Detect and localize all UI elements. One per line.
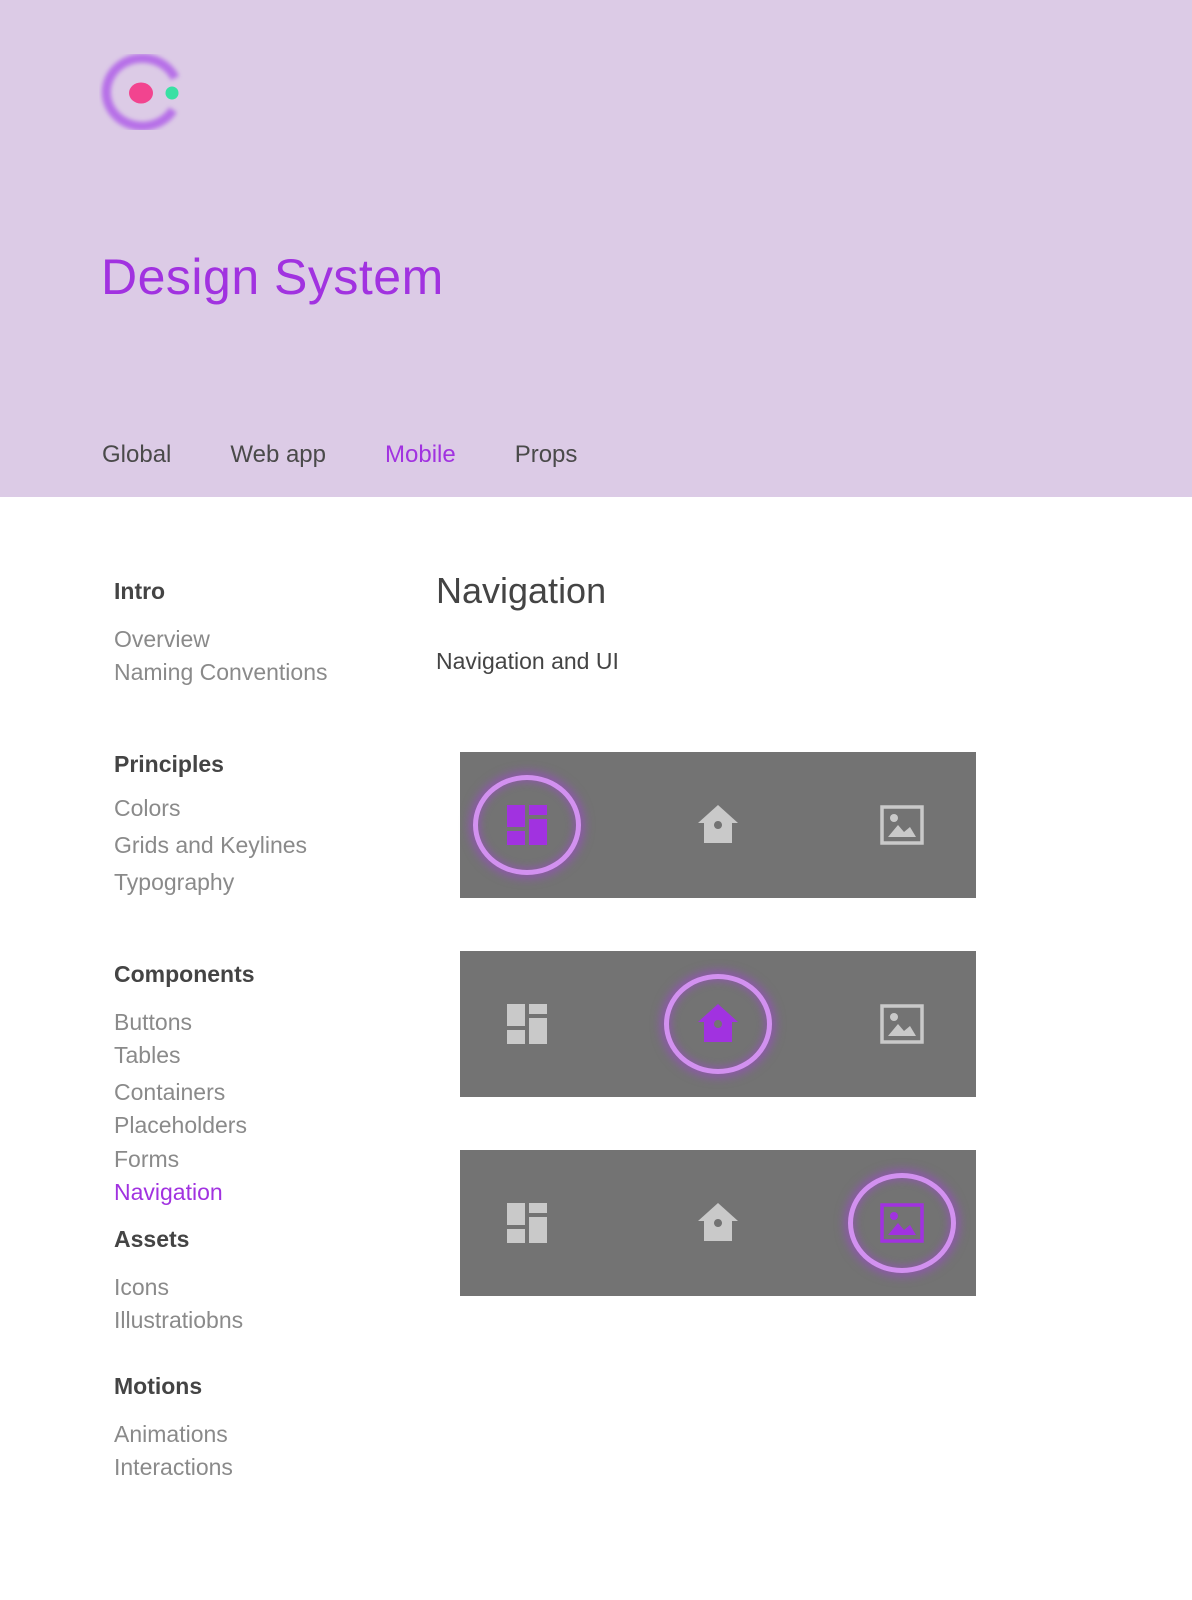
- sidebar-item-colors[interactable]: Colors: [114, 795, 180, 822]
- nav-slot-image[interactable]: [847, 752, 957, 898]
- top-nav: Global Web app Mobile Props: [102, 441, 636, 469]
- image-icon: [880, 1004, 924, 1044]
- page-title: Design System: [101, 249, 444, 305]
- bottom-nav-example: [460, 1150, 976, 1296]
- sidebar-heading: Components: [114, 961, 255, 987]
- sidebar-heading: Principles: [114, 751, 224, 777]
- home-icon: [698, 1004, 738, 1042]
- dashboard-icon: [507, 805, 547, 845]
- home-icon: [698, 1203, 738, 1241]
- sidebar-item-interactions[interactable]: Interactions: [114, 1454, 233, 1481]
- tab-web-app[interactable]: Web app: [230, 441, 326, 469]
- sidebar-item-buttons[interactable]: Buttons: [114, 1009, 192, 1036]
- nav-slot-home[interactable]: [663, 1150, 773, 1296]
- image-icon: [880, 805, 924, 845]
- sidebar-item-placeholders[interactable]: Placeholders: [114, 1112, 247, 1139]
- sidebar-item-illustrations[interactable]: Illustratiobns: [114, 1307, 243, 1334]
- nav-slot-dashboard[interactable]: [472, 951, 582, 1097]
- sidebar-group-principles: Principles Colors Grids and Keylines Typ…: [114, 751, 307, 895]
- sidebar-item-animations[interactable]: Animations: [114, 1421, 228, 1448]
- dashboard-icon: [507, 1203, 547, 1243]
- sidebar-item-grids-and-keylines[interactable]: Grids and Keylines: [114, 832, 307, 859]
- header: Design System Global Web app Mobile Prop…: [0, 0, 1192, 497]
- tab-global[interactable]: Global: [102, 441, 171, 469]
- image-icon: [880, 1203, 924, 1243]
- content-subtitle: Navigation and UI: [436, 648, 619, 674]
- sidebar-group-intro: Intro Overview Naming Conventions: [114, 578, 328, 685]
- nav-slot-home[interactable]: [663, 951, 773, 1097]
- nav-slot-image[interactable]: [847, 951, 957, 1097]
- bottom-nav-example: [460, 951, 976, 1097]
- tab-props[interactable]: Props: [515, 441, 578, 469]
- bottom-nav-example: [460, 752, 976, 898]
- sidebar-item-overview[interactable]: Overview: [114, 626, 210, 653]
- content-title: Navigation: [436, 570, 607, 611]
- sidebar-item-icons[interactable]: Icons: [114, 1274, 169, 1301]
- sidebar-group-assets: Assets Icons Illustratiobns: [114, 1226, 243, 1333]
- nav-slot-dashboard[interactable]: [472, 1150, 582, 1296]
- sidebar-heading: Motions: [114, 1373, 203, 1399]
- nav-slot-dashboard[interactable]: [472, 752, 582, 898]
- sidebar-group-motions: Motions Animations Interactions: [114, 1373, 233, 1480]
- dashboard-icon: [507, 1004, 547, 1044]
- home-icon: [698, 805, 738, 843]
- sidebar-item-forms[interactable]: Forms: [114, 1146, 179, 1173]
- sidebar-item-typography[interactable]: Typography: [114, 869, 234, 896]
- sidebar-item-navigation[interactable]: Navigation: [114, 1179, 223, 1206]
- sidebar-group-components: Components Buttons Tables Containers Pla…: [114, 961, 255, 1205]
- sidebar-heading: Intro: [114, 578, 166, 604]
- nav-slot-home[interactable]: [663, 752, 773, 898]
- logo: [101, 54, 180, 130]
- sidebar-item-containers[interactable]: Containers: [114, 1079, 225, 1106]
- sidebar-item-naming-conventions[interactable]: Naming Conventions: [114, 659, 328, 686]
- sidebar-heading: Assets: [114, 1226, 190, 1252]
- sidebar-item-tables[interactable]: Tables: [114, 1042, 180, 1069]
- nav-slot-image[interactable]: [847, 1150, 957, 1296]
- tab-mobile[interactable]: Mobile: [385, 441, 456, 469]
